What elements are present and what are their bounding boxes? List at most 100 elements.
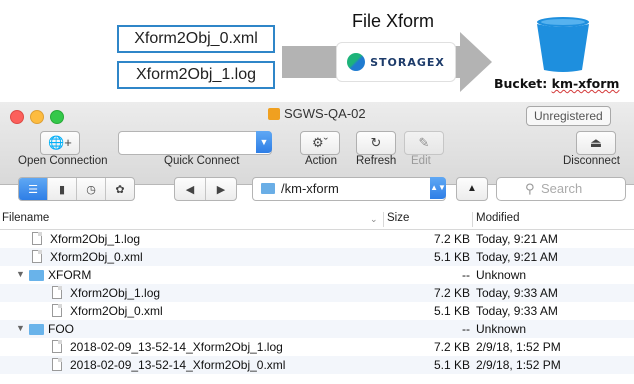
folder-row[interactable]: ▼ FOO -- Unknown [0,320,634,338]
up-arrow-icon: ▲ [467,183,477,194]
row-modified: Today, 9:33 AM [476,286,558,300]
bucket-name: km-xform [551,76,620,91]
row-size: 5.1 KB [433,358,470,372]
storagex-logo-icon [347,53,366,71]
chevron-updown-icon[interactable]: ▲▼ [430,177,446,199]
globe-plus-icon: 🌐+ [48,135,72,150]
row-modified: 2/9/18, 1:52 PM [476,340,561,354]
row-modified: Unknown [476,322,527,336]
browser-view-icon[interactable]: ☰ [19,178,48,200]
open-connection-label: Open Connection [18,155,108,167]
disclosure-triangle-icon[interactable]: ▼ [16,269,25,279]
document-icon [32,250,42,263]
row-filename: XFORM [48,268,92,282]
folder-row[interactable]: ▼ XFORM -- Unknown [0,266,634,284]
row-filename: Xform2Obj_1.log [70,286,161,300]
row-filename: 2018-02-09_13-52-14_Xform2Obj_0.xml [70,358,286,372]
column-modified[interactable]: Modified [476,212,519,224]
search-placeholder: Search [541,181,583,196]
action-button[interactable]: ⚙ˇ [300,131,340,155]
bonjour-icon[interactable]: ✿ [106,178,134,200]
row-size: -- [462,268,470,282]
disconnect-button[interactable]: ⏏ [576,131,616,155]
action-label: Action [305,155,337,167]
sort-chevron-icon: ⌄ [370,214,378,224]
column-divider [383,212,384,227]
row-filename: FOO [48,322,74,336]
column-divider [472,212,473,227]
forward-icon[interactable]: ▶ [206,178,236,200]
refresh-button[interactable]: ↻ [356,131,396,155]
window-toolbar: SGWS-QA-02 Unregistered 🌐+ Open Connecti… [0,102,634,185]
search-icon: ⚲ [525,181,535,196]
close-window-button[interactable] [10,110,24,124]
row-size: 5.1 KB [433,304,470,318]
bucket-label-prefix: Bucket: [494,76,552,91]
storagex-label: STORAGEX [370,55,445,69]
document-icon [52,340,62,353]
refresh-label: Refresh [356,155,397,167]
row-modified: 2/9/18, 1:52 PM [476,358,561,372]
row-size: -- [462,322,470,336]
file-row[interactable]: Xform2Obj_0.xml 5.1 KB Today, 9:21 AM [0,248,634,266]
parent-folder-button[interactable]: ▲ [456,177,488,201]
storagex-logo: STORAGEX [337,43,455,81]
navigation-segmented: ◀ ▶ [174,177,237,201]
gear-icon: ⚙ˇ [312,135,328,150]
window-title: SGWS-QA-02 [268,106,366,121]
file-row[interactable]: Xform2Obj_0.xml 5.1 KB Today, 9:33 AM [0,302,634,320]
column-filename[interactable]: Filename [2,212,49,224]
source-file-box: Xform2Obj_0.xml [117,25,275,53]
row-modified: Today, 9:21 AM [476,250,558,264]
quick-connect-combobox[interactable]: ▼ [118,131,272,155]
bookmarks-icon[interactable]: ▮ [48,178,77,200]
disconnect-label: Disconnect [563,155,620,167]
quick-connect-label: Quick Connect [164,155,240,167]
minimize-window-button[interactable] [30,110,44,124]
open-connection-button[interactable]: 🌐+ [40,131,80,155]
row-filename: 2018-02-09_13-52-14_Xform2Obj_1.log [70,340,283,354]
row-filename: Xform2Obj_0.xml [70,304,163,318]
source-file-box: Xform2Obj_1.log [117,61,275,89]
row-size: 5.1 KB [433,250,470,264]
column-size[interactable]: Size [387,212,409,224]
zoom-window-button[interactable] [50,110,64,124]
row-filename: Xform2Obj_1.log [50,232,141,246]
xform-title: File Xform [352,11,435,31]
diagram: Xform2Obj_0.xml Xform2Obj_1.log File Xfo… [0,0,634,102]
document-icon [52,358,62,371]
row-modified: Today, 9:33 AM [476,304,558,318]
search-input[interactable]: ⚲ Search [496,177,626,201]
file-row[interactable]: Xform2Obj_1.log 7.2 KB Today, 9:21 AM [0,230,634,248]
disclosure-triangle-icon[interactable]: ▼ [16,323,25,333]
folder-icon [29,270,44,281]
edit-button[interactable]: ✎ [404,131,444,155]
unregistered-badge[interactable]: Unregistered [526,106,611,126]
path-text: /km-xform [281,181,339,196]
file-row[interactable]: 2018-02-09_13-52-14_Xform2Obj_0.xml 5.1 K… [0,356,634,374]
back-icon[interactable]: ◀ [175,178,206,200]
eject-icon: ⏏ [589,135,603,150]
refresh-icon: ↻ [370,135,382,150]
folder-icon [261,183,275,194]
row-size: 7.2 KB [433,232,470,246]
row-filename: Xform2Obj_0.xml [50,250,143,264]
document-icon [52,286,62,299]
row-size: 7.2 KB [433,286,470,300]
view-mode-segmented: ☰ ▮ ◷ ✿ [18,177,135,201]
path-popup[interactable]: /km-xform ▲▼ [252,177,446,201]
row-modified: Unknown [476,268,527,282]
pencil-icon: ✎ [418,135,430,150]
file-row[interactable]: Xform2Obj_1.log 7.2 KB Today, 9:33 AM [0,284,634,302]
edit-label: Edit [411,155,431,167]
table-header: Filename ⌄ Size Modified [0,210,634,230]
bucket-icon [537,17,589,72]
chevron-down-icon[interactable]: ▼ [256,131,272,153]
file-browser-window: SGWS-QA-02 Unregistered 🌐+ Open Connecti… [0,102,634,384]
file-row[interactable]: 2018-02-09_13-52-14_Xform2Obj_1.log 7.2 K… [0,338,634,356]
bucket-label: Bucket: km-xform [494,76,619,91]
row-modified: Today, 9:21 AM [476,232,558,246]
document-icon [32,232,42,245]
history-icon[interactable]: ◷ [77,178,106,200]
row-size: 7.2 KB [433,340,470,354]
